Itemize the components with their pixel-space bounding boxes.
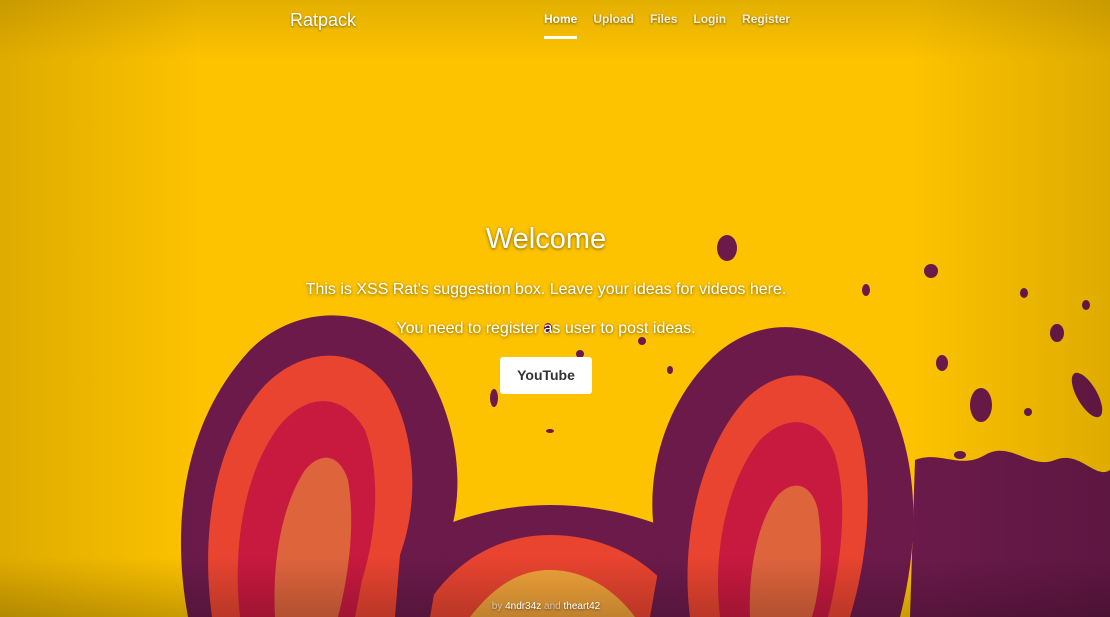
nav-upload[interactable]: Upload: [593, 11, 634, 39]
footer-by-text: by: [491, 601, 503, 612]
nav-files[interactable]: Files: [650, 11, 677, 39]
footer: by 4ndr34z and theart42: [0, 601, 1092, 612]
hero-lead-text: This is XSS Rat's suggestion box. Leave …: [305, 281, 787, 298]
hero-section: Welcome This is XSS Rat's suggestion box…: [0, 220, 1092, 394]
hero-title: Welcome: [485, 223, 607, 255]
hero-register-note: You need to register as user to post ide…: [396, 320, 696, 337]
page: Ratpack Home Upload Files Login Register…: [0, 0, 1110, 617]
brand-logo[interactable]: Ratpack: [290, 10, 356, 31]
youtube-button[interactable]: YouTube: [500, 357, 592, 394]
nav-login[interactable]: Login: [693, 11, 726, 39]
footer-author-link-2[interactable]: theart42: [564, 601, 601, 612]
footer-and-text: and: [544, 601, 561, 612]
nav-home[interactable]: Home: [544, 11, 578, 39]
main-nav: Home Upload Files Login Register: [544, 11, 806, 39]
footer-author-link-1[interactable]: 4ndr34z: [505, 601, 541, 612]
nav-register[interactable]: Register: [742, 11, 790, 39]
